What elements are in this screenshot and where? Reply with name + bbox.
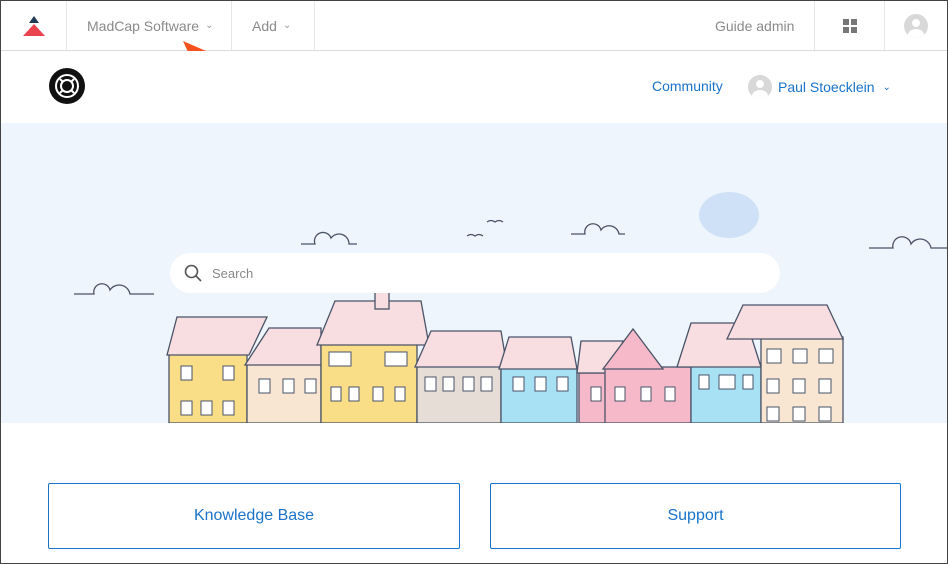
- guide-admin-link[interactable]: Guide admin: [715, 1, 815, 50]
- add-dropdown-label: Add: [252, 17, 277, 34]
- support-label: Support: [667, 507, 724, 524]
- user-name: Paul Stoecklein: [778, 79, 875, 95]
- knowledge-base-tile[interactable]: Knowledge Base: [48, 483, 460, 549]
- search-icon: [184, 264, 202, 282]
- guide-admin-label: Guide admin: [715, 17, 795, 34]
- user-menu-dropdown[interactable]: Paul Stoecklein ⌄: [748, 75, 891, 99]
- product-tray-button[interactable]: [815, 1, 885, 50]
- admin-topbar: MadCap Software ⌄ Add ⌄ Guide admin: [1, 1, 947, 51]
- help-center-logo[interactable]: [47, 66, 87, 111]
- knowledge-base-label: Knowledge Base: [193, 507, 315, 524]
- user-avatar-icon: [748, 75, 772, 99]
- search-bar[interactable]: [170, 253, 780, 293]
- admin-user-menu[interactable]: [885, 1, 947, 50]
- lifebuoy-logo-icon: [49, 68, 85, 104]
- community-link[interactable]: Community: [652, 78, 723, 94]
- user-avatar-icon: [904, 13, 928, 38]
- hero-banner: [1, 123, 947, 423]
- admin-home-logo[interactable]: [1, 1, 67, 50]
- chevron-down-icon: ⌄: [882, 81, 891, 93]
- chevron-down-icon: ⌄: [205, 20, 214, 31]
- grid-icon: [842, 18, 857, 33]
- add-dropdown[interactable]: Add ⌄: [232, 1, 315, 50]
- chevron-down-icon: ⌄: [282, 20, 292, 31]
- search-input[interactable]: [210, 264, 750, 282]
- brand-switcher-label: MadCap Software: [87, 17, 200, 34]
- support-tile[interactable]: Support: [490, 483, 901, 549]
- zendesk-logo-icon: [22, 15, 45, 36]
- help-center-header: Community Paul Stoecklein ⌄: [1, 51, 947, 123]
